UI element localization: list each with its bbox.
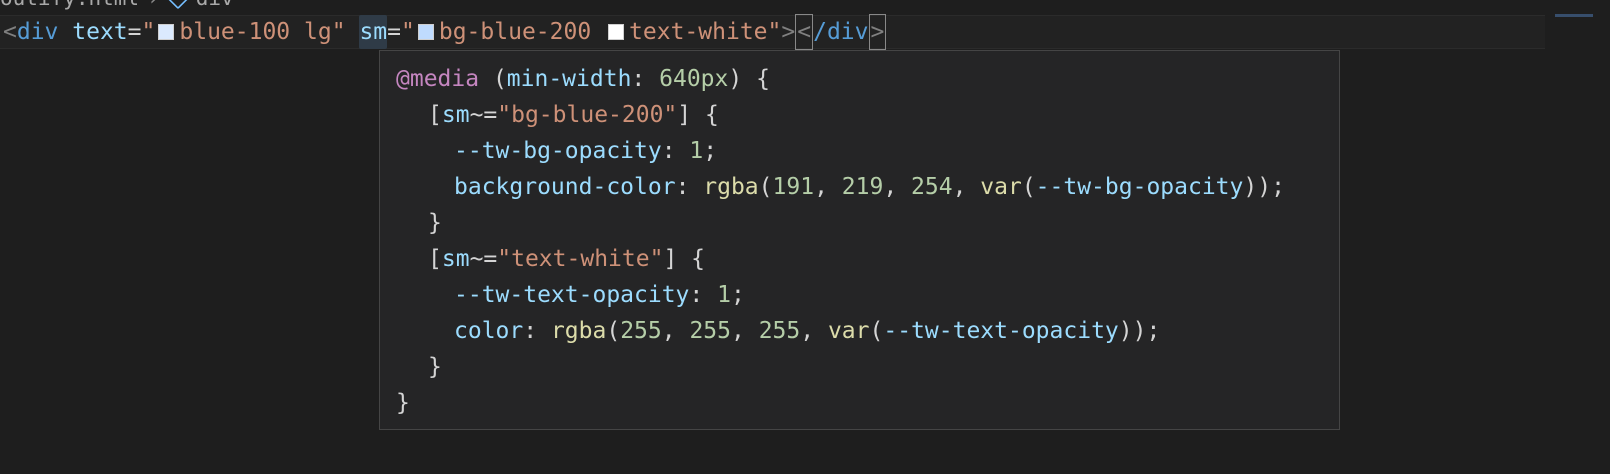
color-swatch-blue-100[interactable] <box>158 24 175 40</box>
minimap[interactable] <box>1555 14 1593 17</box>
attr-name-sm[interactable]: sm <box>359 15 388 49</box>
decl-fn: rgba <box>703 174 759 200</box>
decl-value: 1 <box>689 138 704 164</box>
selector-attr: sm <box>441 246 470 272</box>
decl-colon: : <box>661 138 690 164</box>
media-close-line: } <box>396 385 1323 421</box>
breadcrumb: outify.html › div <box>0 0 234 10</box>
attr-name-text: text <box>72 19 128 45</box>
media-close-brace: } <box>396 390 410 416</box>
color-swatch-white[interactable] <box>608 24 625 40</box>
decl-paren: ( <box>1021 174 1036 200</box>
decl-comma: , <box>883 174 912 200</box>
rule1-selector: [sm~="bg-blue-200"] { <box>396 97 1323 133</box>
tag-name: div <box>16 19 59 45</box>
rule2-decl1: --tw-text-opacity: 1; <box>396 277 1323 313</box>
element-cube-icon <box>166 0 190 10</box>
decl-prop: background-color <box>454 174 676 200</box>
media-value: 640px <box>659 66 729 92</box>
rule1-close: } <box>396 205 1323 241</box>
decl-comma: , <box>661 318 690 344</box>
decl-end: )); <box>1118 318 1161 344</box>
decl-num: 255 <box>620 318 662 344</box>
decl-comma: , <box>814 174 842 200</box>
decl-end: ; <box>730 282 745 308</box>
decl-colon: : <box>689 282 718 308</box>
end-tag-open-bracket: < <box>795 14 814 50</box>
rule1-decl1: --tw-bg-opacity: 1; <box>396 133 1323 169</box>
decl-end: ; <box>703 138 718 164</box>
selector-op: ~= <box>469 246 498 272</box>
decl-num: 255 <box>689 318 731 344</box>
breadcrumb-element[interactable]: div <box>196 0 234 10</box>
attr-value-bg-blue-200: bg-blue-200 <box>438 19 592 45</box>
decl-comma: , <box>731 318 759 344</box>
attr-value-blue-100: blue-100 <box>179 19 291 45</box>
attr-quote: " <box>331 19 346 45</box>
selector-op: ~= <box>469 102 498 128</box>
decl-colon: : <box>675 174 704 200</box>
decl-var-fn: var <box>980 174 1022 200</box>
selector-open: [ <box>428 102 442 128</box>
media-query-line: @media (min-width: 640px) { <box>396 61 1323 97</box>
media-feature: min-width <box>506 66 632 92</box>
decl-num: 255 <box>758 318 801 344</box>
rule-close-brace: } <box>428 210 442 236</box>
attr-quote: " <box>401 19 415 45</box>
attr-equals: = <box>127 19 142 45</box>
selector-attr: sm <box>441 102 470 128</box>
decl-comma: , <box>800 318 828 344</box>
tag-close-bracket: > <box>781 19 796 45</box>
attr-value-text-white: text-white <box>629 19 768 45</box>
decl-prop: --tw-text-opacity <box>454 282 690 308</box>
decl-paren: ( <box>869 318 884 344</box>
decl-fn: rgba <box>550 318 607 344</box>
css-hover-tooltip: @media (min-width: 640px) { [sm~="bg-blu… <box>379 50 1340 430</box>
breadcrumb-separator: › <box>147 0 160 10</box>
media-keyword: @media <box>396 66 480 92</box>
decl-prop: --tw-bg-opacity <box>454 138 662 164</box>
selector-open: [ <box>428 246 442 272</box>
media-close: ) { <box>728 66 770 92</box>
decl-var-name: --tw-bg-opacity <box>1035 174 1244 200</box>
rule2-selector: [sm~="text-white"] { <box>396 241 1323 277</box>
selector-value: "text-white" <box>497 246 664 272</box>
tag-open-bracket: < <box>3 19 17 45</box>
rule2-decl2: color: rgba(255, 255, 255, var(--tw-text… <box>396 313 1323 349</box>
selector-close: ] { <box>663 246 705 272</box>
decl-var-name: --tw-text-opacity <box>883 318 1119 344</box>
attr-value-lg: lg <box>304 19 332 45</box>
decl-prop: color <box>454 318 524 344</box>
decl-var-fn: var <box>827 318 870 344</box>
selector-close: ] { <box>677 102 719 128</box>
decl-paren: ( <box>758 174 773 200</box>
decl-num: 191 <box>772 174 815 200</box>
rule-close-brace: } <box>428 354 442 380</box>
decl-colon: : <box>523 318 551 344</box>
attr-quote: " <box>767 19 782 45</box>
rule1-decl2: background-color: rgba(191, 219, 254, va… <box>396 169 1323 205</box>
attr-equals: = <box>387 19 401 45</box>
decl-value: 1 <box>717 282 731 308</box>
decl-end: )); <box>1243 174 1285 200</box>
end-tag-close-bracket: > <box>868 14 887 50</box>
color-swatch-blue-200[interactable] <box>417 24 434 40</box>
media-colon: : <box>631 66 660 92</box>
decl-paren: ( <box>606 318 621 344</box>
selector-value: "bg-blue-200" <box>497 102 678 128</box>
decl-num: 254 <box>911 174 953 200</box>
attr-quote: " <box>141 19 156 45</box>
end-tag-name: /div <box>813 19 869 45</box>
decl-comma: , <box>952 174 981 200</box>
media-open-paren: ( <box>479 66 507 92</box>
rule2-close: } <box>396 349 1323 385</box>
decl-num: 219 <box>841 174 884 200</box>
breadcrumb-file[interactable]: outify.html <box>0 0 139 10</box>
code-line[interactable]: < div text = " blue-100 lg " sm = " bg-blue-200 … <box>3 14 887 50</box>
